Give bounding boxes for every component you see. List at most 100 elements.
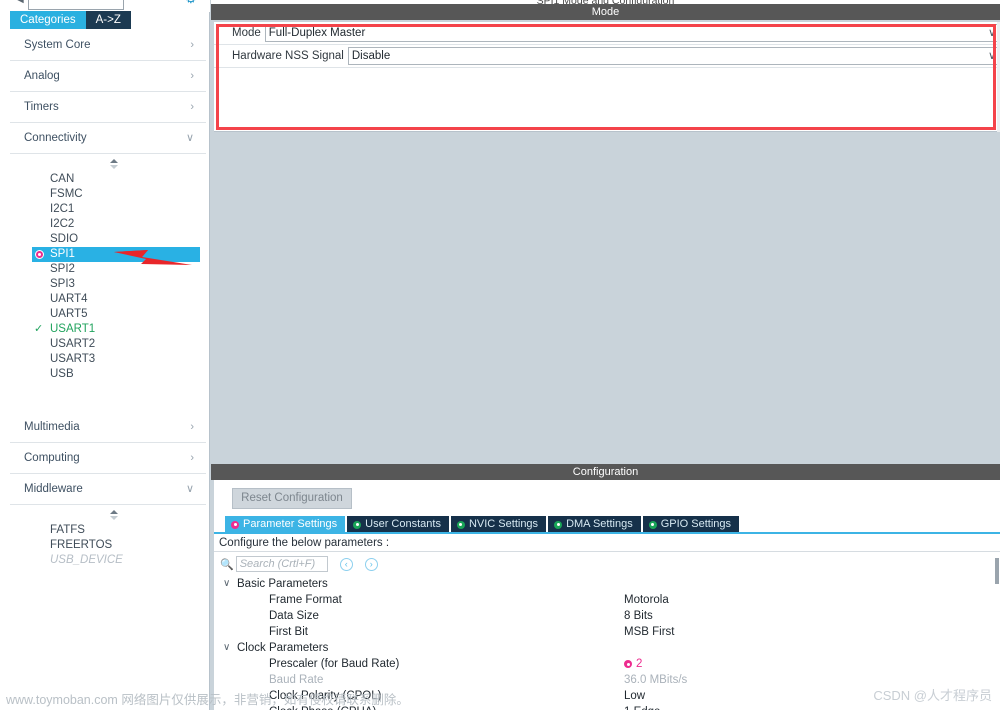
peripheral-label: USART3 <box>50 353 96 365</box>
chevron-right-icon: › <box>190 421 194 433</box>
sidebar-category-multimedia[interactable]: Multimedia › <box>10 412 206 443</box>
chevron-down-icon: ∨ <box>223 642 231 653</box>
peripheral-item-usart2[interactable]: USART2 <box>10 337 206 352</box>
parameter-search-input[interactable]: Search (Crtl+F) <box>235 556 328 572</box>
peripheral-item-uart5[interactable]: UART5 <box>10 307 206 322</box>
param-value: 8 Bits <box>624 610 653 622</box>
param-row-data-size[interactable]: Data Size 8 Bits <box>214 608 1000 624</box>
param-label: First Bit <box>269 626 308 638</box>
category-label: Timers <box>24 101 59 113</box>
peripheral-label: SDIO <box>50 233 79 245</box>
peripheral-item-usart3[interactable]: USART3 <box>10 352 206 367</box>
middleware-list: FATFS FREERTOS USB_DEVICE <box>10 505 206 568</box>
category-label: Middleware <box>24 483 83 495</box>
param-label: Data Size <box>269 610 319 622</box>
middleware-label: USB_DEVICE <box>50 554 123 566</box>
category-list: System Core › Analog › Timers › Connecti… <box>10 30 206 568</box>
param-value: 1 Edge <box>624 704 660 710</box>
tab-label: User Constants <box>365 518 441 530</box>
sidebar-category-timers[interactable]: Timers › <box>10 92 206 123</box>
peripheral-label: I2C1 <box>50 203 75 215</box>
peripheral-item-i2c1[interactable]: I2C1 <box>10 202 206 217</box>
mode-select[interactable]: Full-Duplex Master <box>264 24 1000 42</box>
tab-parameter-settings[interactable]: Parameter Settings <box>225 516 346 533</box>
param-row-first-bit[interactable]: First Bit MSB First <box>214 624 1000 640</box>
search-prev-button[interactable]: ‹ <box>339 557 353 571</box>
sidebar-tabs: Categories A->Z <box>10 11 131 29</box>
param-value: 36.0 MBits/s <box>624 674 688 686</box>
param-label: Baud Rate <box>269 674 324 686</box>
peripheral-item-usart1[interactable]: ✓ USART1 <box>10 322 206 337</box>
param-row-prescaler[interactable]: Prescaler (for Baud Rate) 2 <box>214 656 1000 672</box>
chevron-down-icon[interactable]: ∨ <box>988 26 996 39</box>
sidebar-category-system-core[interactable]: System Core › <box>10 30 206 61</box>
peripheral-label: CAN <box>50 173 75 185</box>
peripheral-label: USART1 <box>50 323 96 335</box>
peripheral-label: SPI2 <box>50 263 75 275</box>
mode-select-value: Full-Duplex Master <box>268 27 366 39</box>
peripheral-item-usb[interactable]: USB <box>10 367 206 382</box>
param-row-clock-polarity[interactable]: Clock Polarity (CPOL) Low <box>214 688 1000 704</box>
search-next-button[interactable]: › <box>364 557 378 571</box>
peripheral-item-i2c2[interactable]: I2C2 <box>10 217 206 232</box>
chevron-right-icon: › <box>190 70 194 82</box>
peripheral-item-fsmc[interactable]: FSMC <box>10 187 206 202</box>
list-scroll-indicator-icon[interactable] <box>10 509 206 523</box>
mode-row-hardware-nss: Hardware NSS Signal Disable ∨ <box>214 45 1000 67</box>
list-scroll-indicator-icon[interactable] <box>10 158 206 172</box>
tab-a-to-z[interactable]: A->Z <box>85 11 131 29</box>
check-status-icon <box>554 520 563 529</box>
configuration-panel: Reset Configuration Parameter Settings U… <box>214 480 1000 710</box>
tab-label: Parameter Settings <box>243 518 338 530</box>
sidebar-category-middleware[interactable]: Middleware ∨ <box>10 474 206 505</box>
category-label: Connectivity <box>24 132 87 144</box>
tab-dma-settings[interactable]: DMA Settings <box>548 516 641 533</box>
middleware-item-freertos[interactable]: FREERTOS <box>10 538 206 553</box>
peripheral-item-spi2[interactable]: SPI2 <box>10 262 206 277</box>
param-value: Low <box>624 690 646 702</box>
sidebar-category-computing[interactable]: Computing › <box>10 443 206 474</box>
peripheral-label: UART5 <box>50 308 88 320</box>
tab-gpio-settings[interactable]: GPIO Settings <box>642 516 740 533</box>
param-value: 2 <box>624 656 642 672</box>
check-icon: ✓ <box>34 323 44 335</box>
peripheral-item-uart4[interactable]: UART4 <box>10 292 206 307</box>
search-icon: 🔍 <box>220 558 234 571</box>
param-row-baud-rate: Baud Rate 36.0 MBits/s <box>214 672 1000 688</box>
peripheral-item-spi1[interactable]: SPI1 <box>32 247 200 262</box>
param-group-clock-parameters[interactable]: ∨ Clock Parameters <box>214 640 1000 656</box>
peripheral-item-can[interactable]: CAN <box>10 172 206 187</box>
tab-categories[interactable]: Categories <box>10 11 86 29</box>
peripheral-label: SPI1 <box>50 248 75 260</box>
category-label: Multimedia <box>24 421 80 433</box>
hardware-nss-select[interactable]: Disable <box>347 47 1000 65</box>
peripheral-item-sdio[interactable]: SDIO <box>10 232 206 247</box>
middleware-label: FATFS <box>50 524 85 536</box>
sidebar-search-input[interactable] <box>28 0 124 10</box>
sidebar-category-connectivity[interactable]: Connectivity ∨ <box>10 123 206 154</box>
group-label: Basic Parameters <box>237 578 328 590</box>
category-label: Analog <box>24 70 60 82</box>
peripheral-label: USB <box>50 368 74 380</box>
param-row-frame-format[interactable]: Frame Format Motorola <box>214 592 1000 608</box>
chevron-down-icon[interactable]: ∨ <box>988 49 996 62</box>
gear-icon[interactable]: ⚙ <box>185 0 198 5</box>
param-label: Prescaler (for Baud Rate) <box>269 658 400 670</box>
param-value: Motorola <box>624 594 669 606</box>
peripheral-item-spi3[interactable]: SPI3 <box>10 277 206 292</box>
middleware-item-usb-device[interactable]: USB_DEVICE <box>10 553 206 568</box>
nss-field-label: Hardware NSS Signal <box>232 50 344 62</box>
param-group-basic-parameters[interactable]: ∨ Basic Parameters <box>214 576 1000 592</box>
tab-nvic-settings[interactable]: NVIC Settings <box>450 516 547 533</box>
configure-parameters-note: Configure the below parameters : <box>214 535 1000 552</box>
connectivity-peripheral-list: CAN FSMC I2C1 I2C2 SDIO SPI1 SPI2 SPI3 U… <box>10 154 206 412</box>
reset-configuration-button[interactable]: Reset Configuration <box>232 488 352 509</box>
search-placeholder: Search (Crtl+F) <box>239 558 316 570</box>
tab-user-constants[interactable]: User Constants <box>347 516 449 533</box>
configuration-scrollbar[interactable] <box>995 558 999 584</box>
param-row-clock-phase[interactable]: Clock Phase (CPHA) 1 Edge <box>214 704 1000 710</box>
mode-section-header: Mode <box>211 4 1000 20</box>
middleware-item-fatfs[interactable]: FATFS <box>10 523 206 538</box>
sidebar-category-analog[interactable]: Analog › <box>10 61 206 92</box>
center-empty-area <box>211 132 1000 460</box>
